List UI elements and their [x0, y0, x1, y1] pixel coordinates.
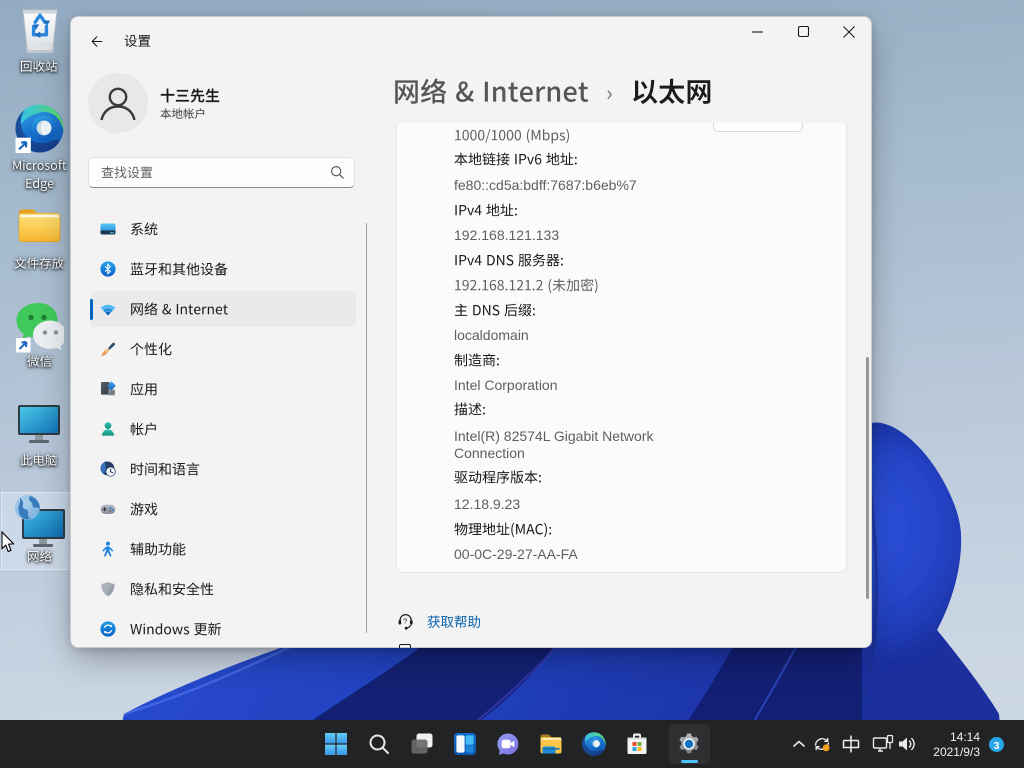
svg-text:?: ?	[403, 617, 407, 626]
